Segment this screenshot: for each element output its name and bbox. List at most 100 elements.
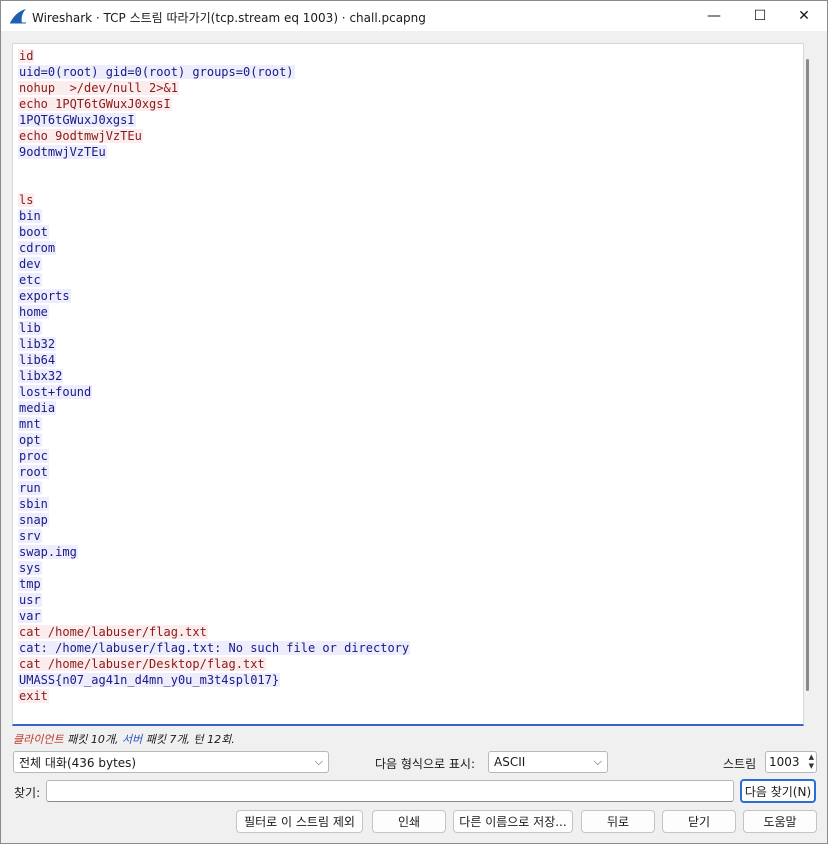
stream-line-client: echo 9odtmwjVzTEu xyxy=(18,128,410,144)
stream-line-text: mnt xyxy=(18,417,42,431)
stream-number-spinbox[interactable]: 1003 ▲ ▼ xyxy=(765,751,817,773)
minimize-icon: — xyxy=(707,8,721,24)
spin-arrows-icon[interactable]: ▲ ▼ xyxy=(809,753,814,771)
stream-line-server: sbin xyxy=(18,496,410,512)
stream-line-text: UMASS{n07_ag41n_d4mn_y0u_m3t4spl017} xyxy=(18,673,281,687)
stream-line-server: opt xyxy=(18,432,410,448)
stream-line-server: cat: /home/labuser/flag.txt: No such fil… xyxy=(18,640,411,656)
stream-line-text: home xyxy=(18,305,49,319)
follow-tcp-stream-window: Wireshark · TCP 스트림 따라가기(tcp.stream eq 1… xyxy=(0,0,828,844)
stream-line-text: root xyxy=(18,465,49,479)
stream-line-text: id xyxy=(18,49,35,63)
filter-out-label: 필터로 이 스트림 제외 xyxy=(244,815,355,829)
stream-line-text: snap xyxy=(18,513,49,527)
stream-line-text: opt xyxy=(18,433,42,447)
stream-line-server: uid=0(root) gid=0(root) groups=0(root) xyxy=(18,64,410,80)
find-input[interactable] xyxy=(46,780,734,802)
stream-line-server: 9odtmwjVzTEu xyxy=(18,144,410,160)
help-button[interactable]: 도움말 xyxy=(743,810,817,833)
stream-line-server: sys xyxy=(18,560,410,576)
stream-line-server: mnt xyxy=(18,416,410,432)
close-window-button[interactable]: ✕ xyxy=(781,1,827,31)
stream-line-text: bin xyxy=(18,209,42,223)
stream-line-text: lib xyxy=(18,321,42,335)
summary-client-text: 패킷 10개, xyxy=(63,733,122,746)
stream-line-text: media xyxy=(18,401,57,415)
filter-out-stream-button[interactable]: 필터로 이 스트림 제외 xyxy=(236,810,363,833)
stream-lines: id uid=0(root) gid=0(root) groups=0(root)… xyxy=(18,48,411,704)
vertical-scrollbar[interactable] xyxy=(806,59,809,691)
stream-content-area[interactable]: id uid=0(root) gid=0(root) groups=0(root)… xyxy=(12,43,804,726)
stream-line-text: lost+found xyxy=(18,385,93,399)
stream-line-text: srv xyxy=(18,529,42,543)
close-button[interactable]: 닫기 xyxy=(662,810,736,833)
back-button[interactable]: 뒤로 xyxy=(581,810,655,833)
find-label: 찾기: xyxy=(14,786,41,800)
stream-line-text: echo 9odtmwjVzTEu xyxy=(18,129,143,143)
title-bar: Wireshark · TCP 스트림 따라가기(tcp.stream eq 1… xyxy=(1,1,827,31)
stream-line-text: libx32 xyxy=(18,369,64,383)
close-icon: ✕ xyxy=(798,8,810,24)
stream-line-text: usr xyxy=(18,593,42,607)
stream-line-server: tmp xyxy=(18,576,410,592)
stream-line-server: srv xyxy=(18,528,410,544)
summary-server-label: 서버 xyxy=(121,733,143,746)
stream-line-client: cat /home/labuser/Desktop/flag.txt xyxy=(18,656,410,672)
stream-line-server: lib32 xyxy=(18,336,410,352)
help-label: 도움말 xyxy=(763,815,797,829)
stream-line-text: lib64 xyxy=(18,353,57,367)
stream-line-server: etc xyxy=(18,272,410,288)
stream-line-text: echo 1PQT6tGWuxJ0xgsI xyxy=(18,97,172,111)
window-title: Wireshark · TCP 스트림 따라가기(tcp.stream eq 1… xyxy=(32,11,426,25)
stream-line-client: echo 1PQT6tGWuxJ0xgsI xyxy=(18,96,410,112)
print-button[interactable]: 인쇄 xyxy=(372,810,446,833)
stream-line-text: ls xyxy=(18,193,35,207)
stream-line-server: run xyxy=(18,480,410,496)
stream-number-value: 1003 xyxy=(769,755,800,769)
stream-line-server: UMASS{n07_ag41n_d4mn_y0u_m3t4spl017} xyxy=(18,672,410,688)
maximize-button[interactable]: ☐ xyxy=(737,1,783,31)
wireshark-fin-icon xyxy=(10,9,26,24)
stream-line-server: snap xyxy=(18,512,410,528)
stream-line-text: lib32 xyxy=(18,337,57,351)
stream-line-server: swap.img xyxy=(18,544,410,560)
find-next-button[interactable]: 다음 찾기(N) xyxy=(740,779,816,803)
stream-line-text: var xyxy=(18,609,42,623)
stream-line-text: sys xyxy=(18,561,42,575)
stream-line-text: tmp xyxy=(18,577,42,591)
stream-line-server: dev xyxy=(18,256,410,272)
stream-line-server: root xyxy=(18,464,410,480)
packet-summary: 클라이언트 패킷 10개, 서버 패킷 7개, 턴 12회. xyxy=(13,731,235,747)
stream-line-server: exports xyxy=(18,288,410,304)
print-label: 인쇄 xyxy=(397,815,421,829)
maximize-icon: ☐ xyxy=(753,8,767,24)
save-as-button[interactable]: 다른 이름으로 저장... xyxy=(453,810,573,833)
format-select-value: ASCII xyxy=(494,755,526,769)
summary-client-label: 클라이언트 xyxy=(13,733,64,746)
stream-line-text: run xyxy=(18,481,42,495)
format-select[interactable]: ASCII ⌵ xyxy=(488,751,608,773)
stream-line-text: cat: /home/labuser/flag.txt: No such fil… xyxy=(18,641,411,655)
chevron-down-icon: ⌵ xyxy=(593,755,602,768)
stream-line-text: cdrom xyxy=(18,241,57,255)
stream-line-server: 1PQT6tGWuxJ0xgsI xyxy=(18,112,410,128)
stream-line-text: 1PQT6tGWuxJ0xgsI xyxy=(18,113,136,127)
minimize-button[interactable]: — xyxy=(691,1,737,31)
stream-line-text: uid=0(root) gid=0(root) groups=0(root) xyxy=(18,65,295,79)
stream-line-server: cdrom xyxy=(18,240,410,256)
stream-number-label: 스트림 xyxy=(723,757,757,771)
stream-line-client: id xyxy=(18,48,410,64)
stream-line-server: usr xyxy=(18,592,410,608)
stream-line-server: media xyxy=(18,400,410,416)
stream-line-server: proc xyxy=(18,448,410,464)
conversation-select[interactable]: 전체 대화(436 bytes) ⌵ xyxy=(13,751,329,773)
summary-server-text: 패킷 7개, 턴 12회. xyxy=(142,733,235,746)
stream-line-none xyxy=(18,160,410,176)
stream-line-client: exit xyxy=(18,688,410,704)
back-label: 뒤로 xyxy=(606,815,630,829)
stream-line-text: boot xyxy=(18,225,49,239)
stream-line-server: home xyxy=(18,304,410,320)
stream-line-text: 9odtmwjVzTEu xyxy=(18,145,107,159)
stream-line-text: cat /home/labuser/Desktop/flag.txt xyxy=(18,657,266,671)
stream-line-text: proc xyxy=(18,449,49,463)
